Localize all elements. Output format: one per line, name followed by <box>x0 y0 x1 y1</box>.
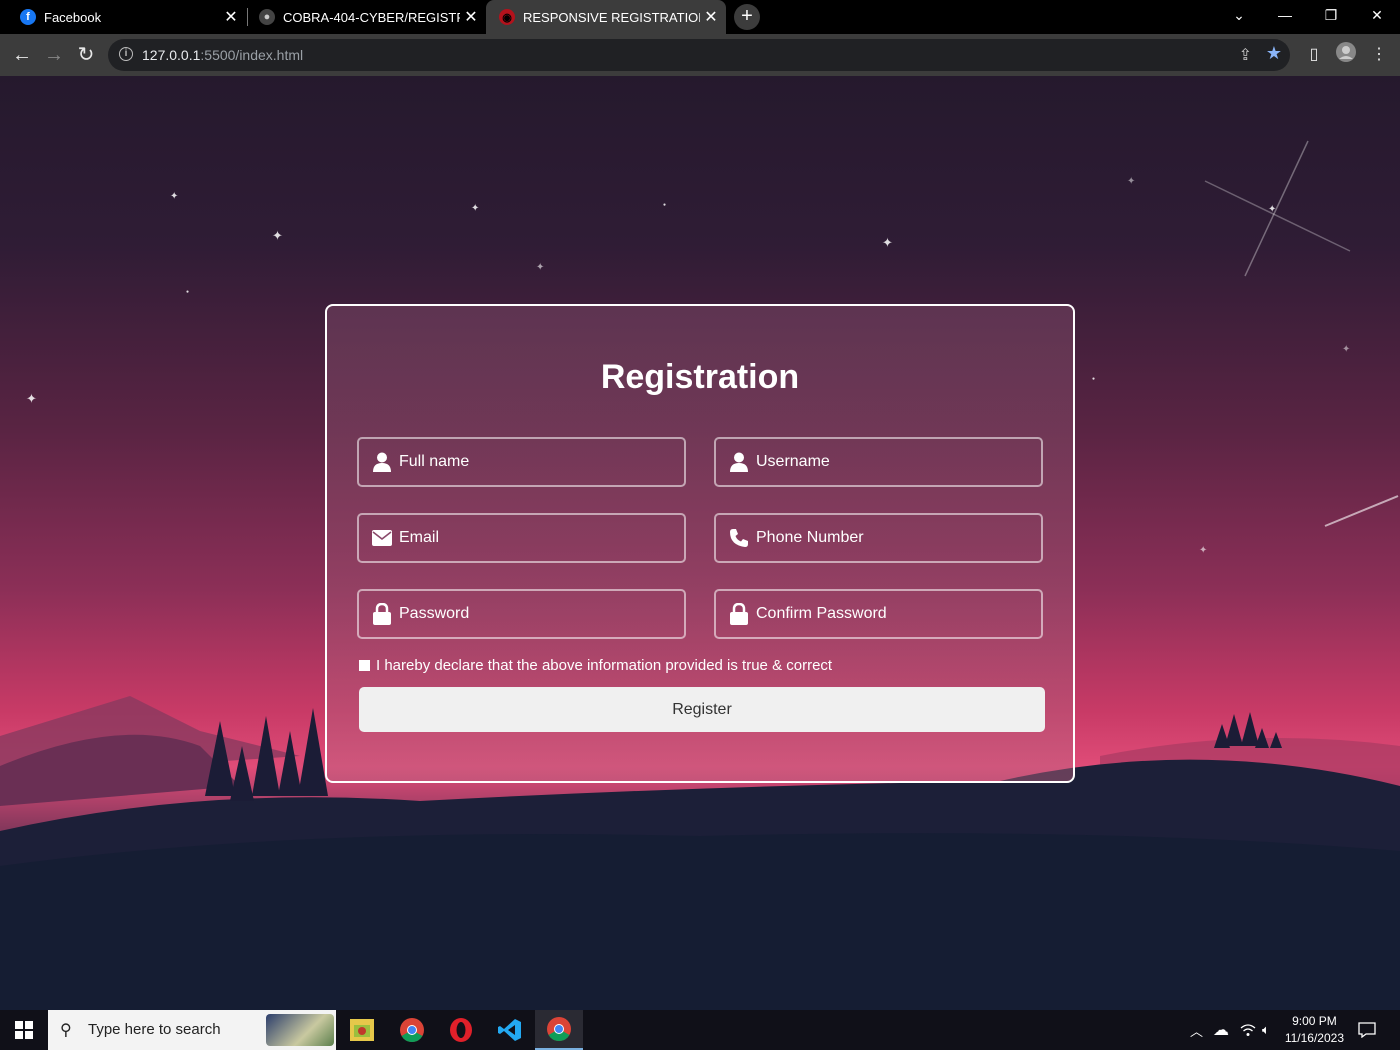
windows-start-icon[interactable] <box>0 1010 48 1050</box>
url-text[interactable]: 127.0.0.1:5500/index.html <box>142 47 303 63</box>
vscode-icon[interactable] <box>486 1010 534 1050</box>
user-icon <box>371 452 393 472</box>
menu-kebab-icon[interactable]: ⋮ <box>1368 44 1390 64</box>
star-decoration: ✦ <box>1342 344 1351 355</box>
tab-github[interactable]: ● COBRA-404-CYBER/REGISTRATIC ✕ <box>246 0 486 34</box>
forward-arrow-icon[interactable]: → <box>41 42 67 68</box>
system-clock[interactable]: 9:00 PM 11/16/2023 <box>1285 1013 1344 1047</box>
confirm-password-field[interactable] <box>714 589 1043 639</box>
facebook-icon: f <box>20 9 36 25</box>
envelope-icon <box>371 530 393 546</box>
star-decoration: ● <box>663 202 667 208</box>
tab-title: RESPONSIVE REGISTRATION FOI <box>523 9 700 25</box>
file-explorer-icon[interactable] <box>338 1010 386 1050</box>
user-icon <box>728 452 750 472</box>
taskbar: ⚲ Type here to search ︿ ☁ 🔈︎ 9:00 PM 11/… <box>0 1010 1400 1050</box>
toolbar: ← → ↻ i 127.0.0.1:5500/index.html ⇪ ★ ▯ … <box>0 34 1400 76</box>
chrome-icon[interactable] <box>535 1010 583 1050</box>
star-decoration: ✦ <box>170 191 179 202</box>
taskbar-search-placeholder: Type here to search <box>88 1021 221 1038</box>
search-highlight-image <box>266 1014 334 1046</box>
form-title: Registration <box>600 358 800 396</box>
register-button[interactable]: Register <box>359 687 1045 732</box>
star-decoration: ✦ <box>1127 176 1136 187</box>
url-host: 127.0.0.1 <box>142 47 201 63</box>
tab-facebook[interactable]: f Facebook ✕ <box>0 0 246 34</box>
tab-title: Facebook <box>44 9 102 25</box>
sharingan-icon: ◉ <box>499 9 515 25</box>
email-input[interactable] <box>399 529 684 547</box>
email-field[interactable] <box>357 513 686 563</box>
back-arrow-icon[interactable]: ← <box>9 42 35 68</box>
lock-icon <box>371 603 393 625</box>
taskbar-search[interactable]: ⚲ Type here to search <box>48 1010 336 1050</box>
share-icon[interactable]: ⇪ <box>1239 45 1252 65</box>
close-tab-icon[interactable]: ✕ <box>700 7 722 27</box>
address-bar[interactable]: i 127.0.0.1:5500/index.html ⇪ ★ <box>108 39 1290 71</box>
wifi-icon[interactable] <box>1240 1010 1256 1050</box>
chrome-icon[interactable] <box>388 1010 436 1050</box>
search-icon: ⚲ <box>60 1022 72 1039</box>
tab-search-icon[interactable]: ⌄ <box>1216 0 1262 34</box>
phone-number-input[interactable] <box>756 529 1041 547</box>
lock-icon <box>728 603 750 625</box>
password-input[interactable] <box>399 605 684 623</box>
notifications-icon[interactable] <box>1358 1010 1376 1050</box>
show-hidden-icons-icon[interactable]: ︿ <box>1190 1010 1203 1050</box>
star-decoration: ✦ <box>471 203 480 214</box>
star-decoration: ✦ <box>882 235 893 250</box>
minimize-button[interactable]: — <box>1262 0 1308 34</box>
avatar[interactable] <box>1335 41 1357 68</box>
full-name-field[interactable] <box>357 437 686 487</box>
side-panel-icon[interactable]: ▯ <box>1303 44 1325 64</box>
registration-card: Registration Full name Username Email Ph… <box>325 304 1075 783</box>
url-path: :5500/index.html <box>200 47 304 63</box>
site-info-icon[interactable]: i <box>119 47 133 61</box>
restore-button[interactable]: ❐ <box>1308 0 1354 34</box>
tab-strip: f Facebook ✕ ● COBRA-404-CYBER/REGISTRAT… <box>0 0 1400 34</box>
clock-date: 11/16/2023 <box>1284 1031 1344 1045</box>
username-field[interactable] <box>714 437 1043 487</box>
star-decoration: ● <box>186 289 190 295</box>
phone-icon <box>728 528 750 548</box>
close-window-button[interactable]: ✕ <box>1354 0 1400 34</box>
github-icon: ● <box>259 9 275 25</box>
close-tab-icon[interactable]: ✕ <box>460 7 482 27</box>
close-tab-icon[interactable]: ✕ <box>220 7 242 27</box>
phone-field[interactable] <box>714 513 1043 563</box>
username-input[interactable] <box>756 453 1041 471</box>
new-tab-button[interactable]: + <box>734 4 760 30</box>
password-field[interactable] <box>357 589 686 639</box>
declaration-row[interactable]: I hareby declare that the above informat… <box>359 657 832 674</box>
bookmark-star-icon[interactable]: ★ <box>1266 43 1282 64</box>
tab-title: COBRA-404-CYBER/REGISTRATIC <box>283 9 460 25</box>
star-decoration: ✦ <box>1199 545 1208 556</box>
tab-registration[interactable]: ◉ RESPONSIVE REGISTRATION FOI ✕ <box>486 0 726 34</box>
volume-icon[interactable]: 🔈︎ <box>1262 1010 1270 1050</box>
star-decoration: ✦ <box>536 262 545 273</box>
declaration-checkbox[interactable] <box>359 660 370 671</box>
clock-time: 9:00 PM <box>1292 1014 1337 1028</box>
reload-icon[interactable]: ↻ <box>73 42 99 68</box>
opera-icon[interactable] <box>437 1010 485 1050</box>
shooting-star-decoration <box>1324 495 1399 527</box>
full-name-input[interactable] <box>399 453 684 471</box>
shooting-star-decoration <box>1204 140 1351 277</box>
star-decoration: ● <box>1092 376 1096 382</box>
star-decoration: ✦ <box>272 228 283 243</box>
star-decoration: ✦ <box>26 391 37 406</box>
declaration-label: I hareby declare that the above informat… <box>376 657 833 674</box>
onedrive-cloud-icon[interactable]: ☁ <box>1213 1010 1229 1050</box>
confirm-password-input[interactable] <box>756 605 1041 623</box>
page-background: ✦ ✦ ✦ ✦ ✦ ● ● ✦ ✦ ✦ ✦ ✦ ● Registration F… <box>0 76 1400 1010</box>
